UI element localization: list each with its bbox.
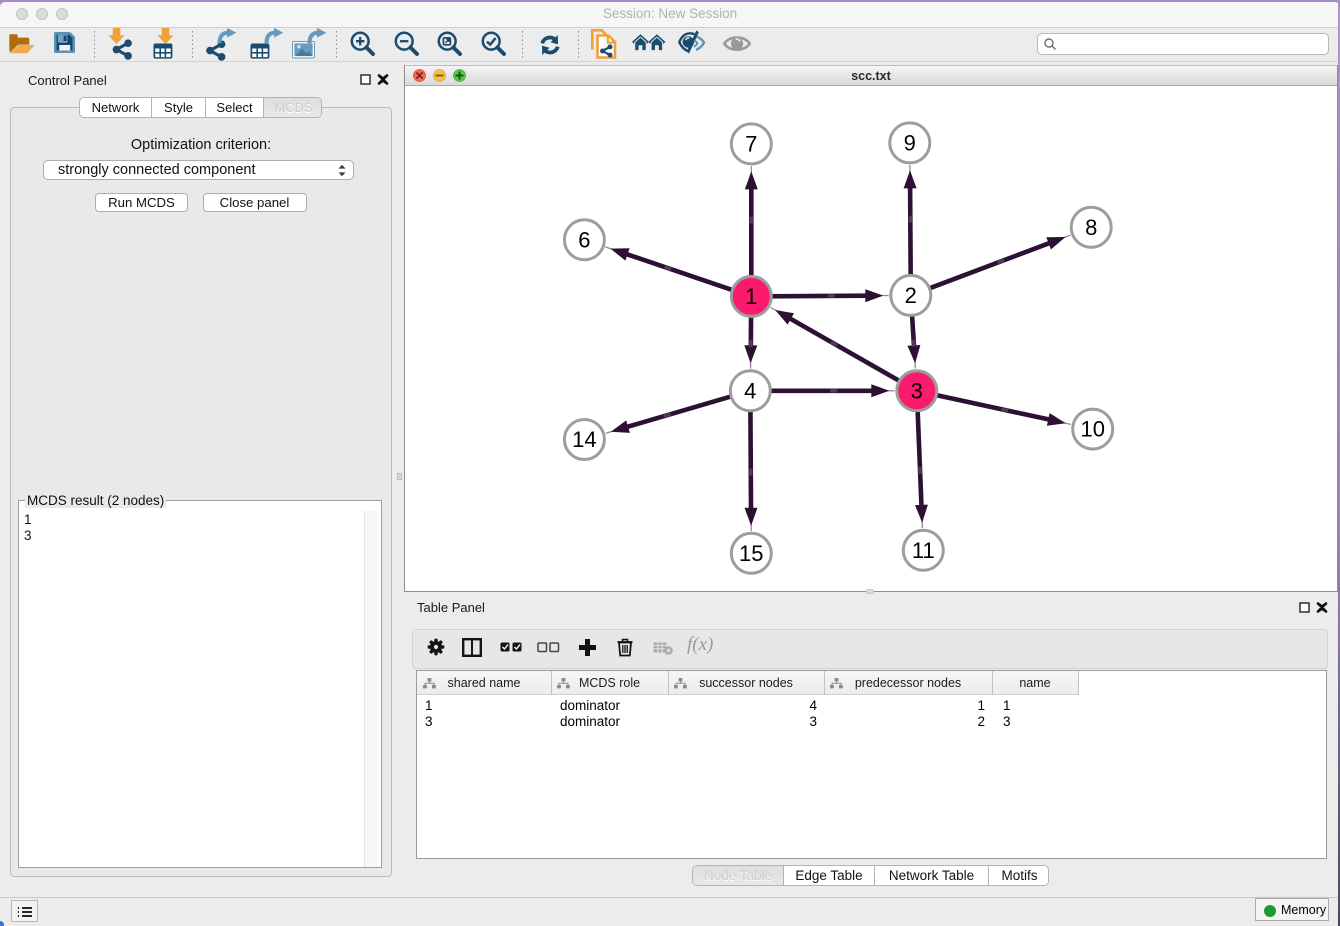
svg-text:3: 3 — [911, 378, 923, 403]
svg-text:4: 4 — [744, 378, 756, 403]
svg-text:8: 8 — [1085, 215, 1097, 240]
svg-text:10: 10 — [1080, 417, 1104, 442]
svg-text:11: 11 — [912, 538, 935, 563]
svg-text:9: 9 — [904, 130, 916, 155]
svg-text:1: 1 — [745, 284, 757, 309]
svg-text:15: 15 — [739, 541, 763, 566]
svg-text:6: 6 — [578, 227, 590, 252]
svg-text:2: 2 — [905, 283, 917, 308]
svg-text:14: 14 — [572, 427, 596, 452]
svg-text:7: 7 — [745, 131, 757, 156]
